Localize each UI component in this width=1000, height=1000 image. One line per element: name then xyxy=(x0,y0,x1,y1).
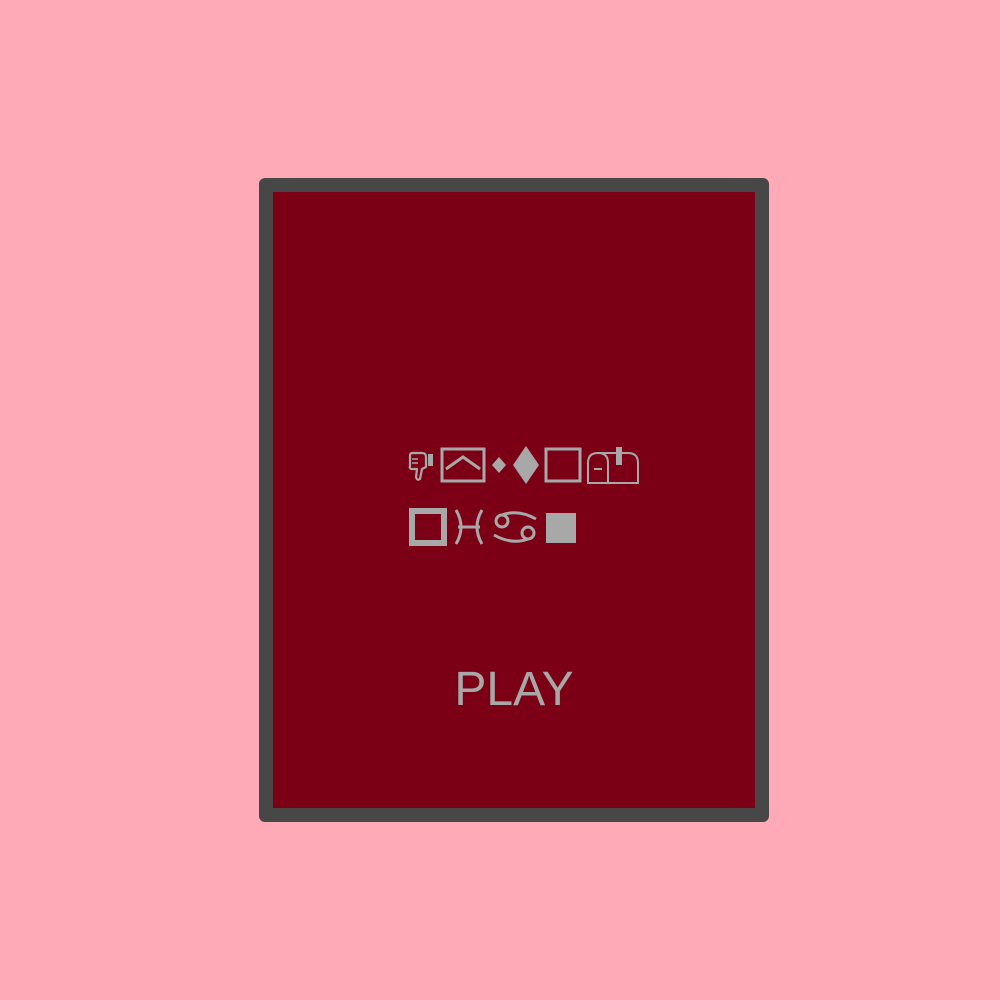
square-filled-icon xyxy=(544,507,578,547)
thumbs-down-icon xyxy=(408,447,436,483)
diamond-icon xyxy=(512,445,540,485)
square-outline-thick-icon xyxy=(408,507,448,547)
title-card: PLAY xyxy=(259,178,769,822)
cancer-icon xyxy=(490,507,540,547)
title-symbols-row-2 xyxy=(408,507,582,547)
title-symbols-row-1 xyxy=(408,445,644,485)
pisces-icon xyxy=(452,507,486,547)
square-outline-icon xyxy=(544,447,582,483)
picture-frame-icon xyxy=(440,447,486,483)
play-button[interactable]: PLAY xyxy=(273,662,755,717)
small-diamond-icon xyxy=(490,447,508,483)
mailbox-icon xyxy=(586,445,640,485)
